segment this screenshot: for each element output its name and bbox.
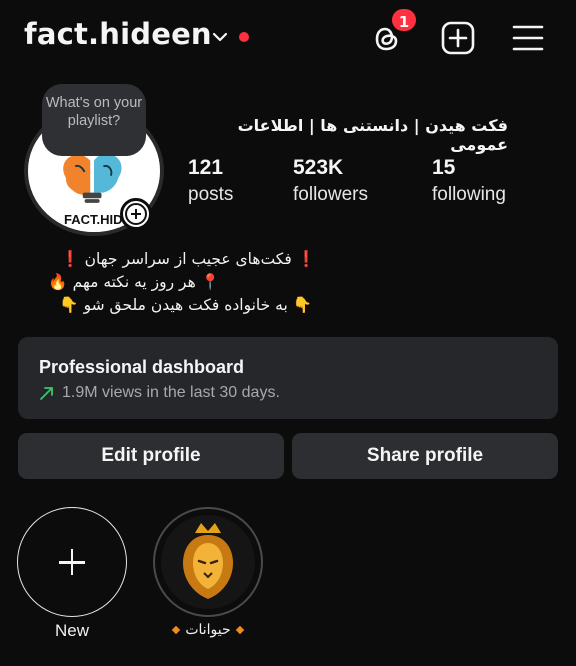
professional-dashboard-card[interactable]: Professional dashboard 1.9M views in the… [18, 337, 558, 419]
create-post-icon[interactable] [440, 20, 476, 56]
stat-followers-value: 523K [293, 156, 344, 179]
stat-posts-value: 121 [188, 156, 224, 179]
highlight-animals[interactable] [153, 507, 263, 617]
stat-posts[interactable]: 121 posts [188, 156, 233, 206]
plus-icon [125, 203, 147, 225]
stat-following-value: 15 [432, 156, 456, 179]
trending-up-icon [40, 387, 53, 400]
lion-crown-icon [161, 515, 255, 609]
diamond-icon [172, 626, 181, 635]
unread-dot [239, 32, 249, 42]
highlight-label-animals: حیوانات [153, 621, 263, 638]
profile-full-name: فکت هیدن | دانستنی ها | اطلاعات عمومی [237, 116, 508, 154]
note-bubble[interactable]: What's on your playlist? [42, 84, 146, 156]
share-profile-button[interactable]: Share profile [292, 433, 558, 479]
add-story-button[interactable] [120, 198, 152, 230]
stat-followers-label: followers [293, 184, 368, 205]
profile-header: fact.hideen 1 [0, 0, 576, 76]
notification-badge: 1 [390, 7, 418, 33]
highlight-label-new: New [54, 621, 89, 640]
diamond-icon [235, 626, 244, 635]
dashboard-title: Professional dashboard [39, 357, 245, 377]
stat-following-label: following [432, 184, 506, 205]
edit-profile-button[interactable]: Edit profile [18, 433, 284, 479]
bio-line: ❗ فکت‌های عجیب از سراسر جهان ❗ [60, 250, 316, 268]
username[interactable]: fact.hideen [24, 17, 212, 51]
new-highlight-button[interactable] [17, 507, 127, 617]
chevron-down-icon[interactable] [211, 28, 229, 46]
bio-line: 📍 هر روز یه نکته مهم 🔥 [48, 273, 220, 291]
stat-followers[interactable]: 523K followers [293, 156, 368, 206]
menu-icon[interactable] [511, 22, 545, 54]
stat-following[interactable]: 15 following [432, 156, 506, 206]
stat-posts-label: posts [188, 184, 234, 205]
dashboard-views-text: 1.9M views in the last 30 days. [62, 384, 280, 401]
bio-line: 👇 به خانواده فکت هیدن ملحق شو 👇 [59, 296, 312, 314]
